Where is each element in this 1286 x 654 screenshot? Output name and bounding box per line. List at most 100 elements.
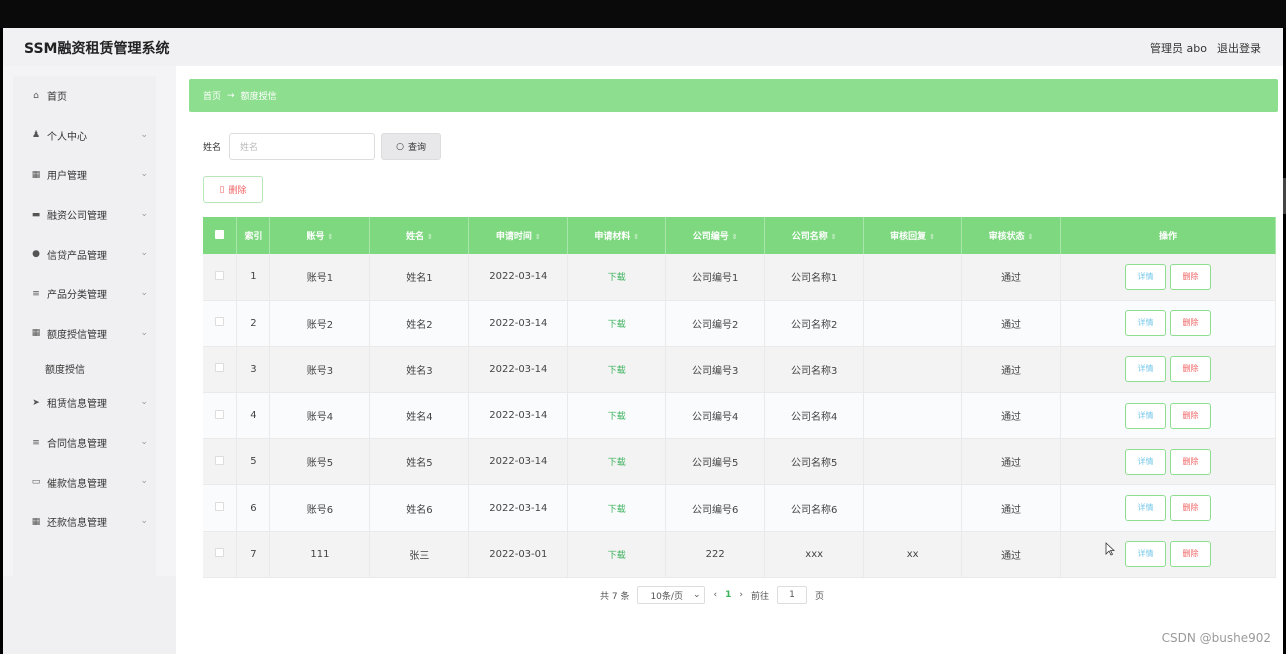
search-icon: ○ [396, 141, 404, 152]
cell-account: 账号2 [269, 300, 371, 347]
cell-account: 账号5 [269, 438, 371, 486]
cell-name: 姓名3 [369, 346, 470, 394]
cell-company-no: 公司编号1 [665, 254, 766, 301]
sidebar-item-9[interactable]: ≡ 合同信息管理 ⌄ [13, 423, 156, 463]
cell-material[interactable]: 下载 [567, 300, 667, 347]
row-checkbox[interactable] [203, 346, 238, 394]
sidebar-item-label: 产品分类管理 [47, 290, 107, 302]
delete-button[interactable]: 删除 [1170, 541, 1212, 568]
sidebar-item-label: 租赁信息管理 [47, 399, 107, 411]
row-checkbox[interactable] [203, 300, 238, 347]
cell-company-name: xxx [764, 531, 865, 578]
sort-icon: ⇕ [534, 233, 541, 241]
cell-company-no: 公司编号4 [665, 392, 766, 440]
table-row: 3 账号3 姓名3 2022-03-14 下载 公司编号3 公司名称3 通过 详情 删除 [203, 346, 1276, 394]
col-header-company-no[interactable]: 公司编号 ⇕ [665, 217, 766, 254]
detail-button[interactable]: 详情 [1125, 263, 1167, 290]
cell-material[interactable]: 下载 [567, 254, 667, 301]
cell-company-no: 222 [665, 531, 766, 578]
sidebar-item-8[interactable]: ➤ 租赁信息管理 ⌄ [13, 383, 156, 423]
sidebar: ⌂ 首页 ♟ 个人中心 ⌄ ▦ 用户管理 ⌄ ▬ 融资公司管理 ⌄ ● 信贷产品管理 ⌄ ≡ 产品分类管理 ⌄ ▦… [13, 76, 156, 576]
cell-company-name: 公司名称5 [764, 438, 865, 486]
select-all-checkbox[interactable] [203, 217, 238, 254]
row-checkbox[interactable] [203, 392, 238, 440]
page-size-select[interactable]: 10条/页 ⌄ [637, 586, 706, 604]
col-header-name[interactable]: 姓名 ⇕ [369, 217, 470, 254]
cell-actions: 详情 删除 [1060, 300, 1276, 347]
cell-reply [863, 254, 963, 301]
col-header-company-name[interactable]: 公司名称 ⇕ [764, 217, 865, 254]
row-checkbox[interactable] [203, 438, 238, 486]
sidebar-item-11[interactable]: ▦ 还款信息管理 ⌄ [13, 502, 156, 542]
col-header-index: 索引 [236, 217, 271, 254]
detail-button[interactable]: 详情 [1125, 541, 1167, 568]
col-header-reply[interactable]: 审核回复 ⇕ [863, 217, 963, 254]
delete-button[interactable]: 删除 [1170, 310, 1212, 337]
sidebar-item-10[interactable]: ▭ 催款信息管理 ⌄ [13, 462, 156, 502]
col-header-actions: 操作 [1060, 217, 1276, 254]
cell-reply [863, 438, 963, 486]
row-checkbox[interactable] [203, 531, 238, 578]
window-top-bar [0, 0, 1286, 28]
sidebar-item-label: 用户管理 [47, 171, 87, 183]
sidebar-item-3[interactable]: ▬ 融资公司管理 ⌄ [13, 195, 156, 235]
search-button[interactable]: ○ 查询 [381, 133, 442, 160]
cell-material[interactable]: 下载 [567, 438, 667, 486]
cell-reply [863, 300, 963, 347]
current-page[interactable]: 1 [725, 590, 731, 600]
breadcrumb-home[interactable]: 首页 [203, 89, 221, 102]
logout-link[interactable]: 退出登录 [1217, 40, 1261, 56]
delete-button[interactable]: 删除 [1170, 356, 1212, 383]
cell-company-no: 公司编号6 [665, 484, 766, 532]
row-checkbox[interactable] [203, 484, 238, 532]
detail-button[interactable]: 详情 [1125, 356, 1167, 383]
detail-button[interactable]: 详情 [1125, 448, 1167, 475]
total-count: 共 7 条 [600, 591, 630, 602]
breadcrumb-current: 额度授信 [240, 92, 277, 102]
delete-button[interactable]: 删除 [1170, 402, 1212, 429]
cell-status: 通过 [961, 531, 1062, 578]
cell-account: 账号3 [269, 346, 371, 394]
goto-page-input[interactable]: 1 [776, 586, 807, 604]
sidebar-item-0[interactable]: ⌂ 首页 [13, 76, 156, 116]
cell-material[interactable]: 下载 [567, 484, 667, 532]
trash-icon: ▯ [219, 184, 225, 195]
table-row: 1 账号1 姓名1 2022-03-14 下载 公司编号1 公司名称1 通过 详情 删除 [203, 254, 1276, 301]
grid-icon: ▦ [31, 328, 41, 339]
cell-date: 2022-03-14 [468, 438, 569, 486]
row-checkbox[interactable] [203, 254, 238, 301]
col-header-account[interactable]: 账号 ⇕ [269, 217, 371, 254]
detail-button[interactable]: 详情 [1125, 495, 1167, 522]
cell-index: 5 [236, 438, 271, 486]
sidebar-item-6[interactable]: ▦ 额度授信管理 ⌄ [13, 314, 156, 354]
app-frame: SSM融资租赁管理系统 管理员 abo 退出登录 ⌂ 首页 ♟ 个人中心 ⌄ ▦ 用户管理 ⌄… [3, 28, 1283, 654]
home-icon: ⌂ [33, 90, 39, 101]
cell-index: 7 [236, 531, 271, 578]
detail-button[interactable]: 详情 [1125, 310, 1167, 337]
sidebar-item-1[interactable]: ♟ 个人中心 ⌄ [13, 116, 156, 156]
cell-date: 2022-03-14 [468, 254, 569, 301]
col-header-date[interactable]: 申请时间 ⇕ [468, 217, 569, 254]
cell-material[interactable]: 下载 [567, 531, 667, 578]
detail-button[interactable]: 详情 [1125, 402, 1167, 429]
search-row: 姓名 ○ 查询 [203, 133, 442, 160]
col-header-material[interactable]: 申请材料 ⇕ [567, 217, 667, 254]
delete-button[interactable]: 删除 [1170, 448, 1212, 475]
col-header-status[interactable]: 审核状态 ⇕ [961, 217, 1062, 254]
sidebar-item-4[interactable]: ● 信贷产品管理 ⌄ [13, 234, 156, 274]
delete-button[interactable]: 删除 [1170, 495, 1212, 522]
sidebar-item-label: 信贷产品管理 [47, 250, 107, 262]
sidebar-item-2[interactable]: ▦ 用户管理 ⌄ [13, 155, 156, 195]
delete-button[interactable]: 删除 [1170, 263, 1212, 290]
search-input[interactable] [229, 133, 376, 160]
send-icon: ➤ [32, 397, 40, 408]
sidebar-subitem-credit[interactable]: 额度授信 [13, 353, 156, 383]
cell-material[interactable]: 下载 [567, 346, 667, 394]
bulk-delete-label: 删除 [228, 186, 247, 196]
sidebar-item-5[interactable]: ≡ 产品分类管理 ⌄ [13, 274, 156, 314]
chevron-down-icon: ⌄ [140, 287, 148, 298]
cell-material[interactable]: 下载 [567, 392, 667, 440]
prev-page-icon[interactable]: ‹ [713, 590, 717, 600]
bulk-delete-button[interactable]: ▯ 删除 [203, 176, 263, 203]
next-page-icon[interactable]: › [739, 590, 743, 600]
